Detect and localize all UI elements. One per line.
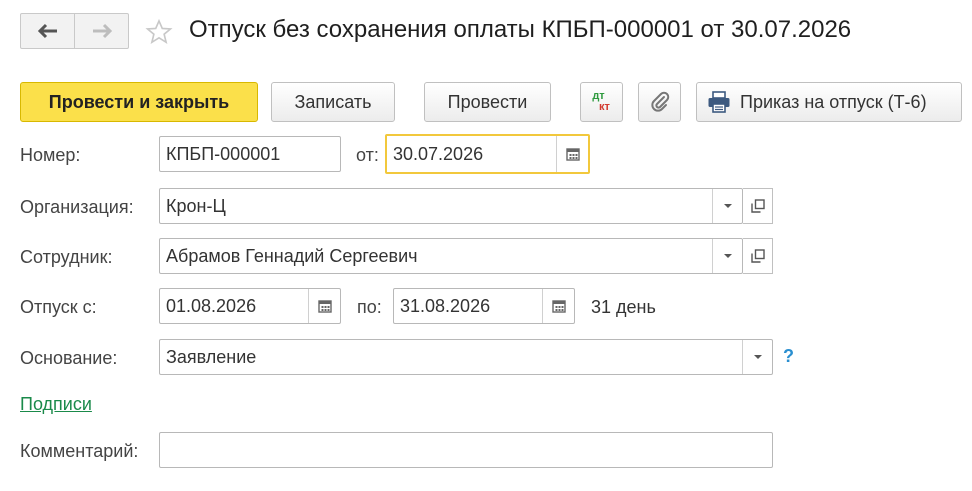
vacation-from-field[interactable]: 01.08.2026 [159, 288, 341, 324]
back-button[interactable] [21, 14, 74, 48]
vacation-to-label: по: [357, 297, 382, 317]
vacation-to-value: 31.08.2026 [400, 295, 491, 316]
organization-open-button[interactable] [743, 188, 773, 224]
employee-open-button[interactable] [743, 238, 773, 274]
vacation-from-value: 01.08.2026 [166, 295, 257, 316]
printer-icon [708, 91, 730, 113]
open-form-icon [750, 249, 765, 263]
employee-dropdown-button[interactable] [712, 239, 742, 273]
page-title: Отпуск без сохранения оплаты КПБП-000001… [189, 16, 852, 43]
calendar-icon [551, 300, 566, 313]
comment-label: Комментарий: [20, 441, 139, 461]
date-value: 30.07.2026 [393, 143, 484, 164]
paperclip-icon [650, 91, 669, 112]
history-nav [20, 13, 129, 49]
dt-kt-button[interactable]: дт кт [580, 82, 623, 122]
chevron-down-icon [753, 355, 762, 359]
arrow-right-icon [92, 23, 112, 39]
save-button[interactable]: Записать [271, 82, 395, 122]
employee-label: Сотрудник: [20, 247, 113, 267]
organization-dropdown-button[interactable] [712, 189, 742, 223]
calendar-icon [565, 148, 580, 161]
date-label: от: [356, 145, 379, 165]
vacation-to-field[interactable]: 31.08.2026 [393, 288, 575, 324]
basis-dropdown-button[interactable] [742, 340, 772, 374]
help-icon[interactable]: ? [783, 346, 794, 367]
organization-field[interactable]: Крон-Ц [159, 188, 743, 224]
chevron-down-icon [723, 204, 732, 208]
forward-button[interactable] [74, 14, 128, 48]
number-label: Номер: [20, 145, 81, 165]
number-value: КПБП-000001 [166, 143, 281, 164]
arrow-left-icon [37, 23, 57, 39]
date-field[interactable]: 30.07.2026 [385, 134, 590, 174]
attach-button[interactable] [638, 82, 681, 122]
vacation-from-calendar-button[interactable] [308, 289, 340, 323]
signatures-link[interactable]: Подписи [20, 394, 92, 415]
favorite-star-icon[interactable] [145, 18, 173, 46]
comment-field[interactable] [159, 432, 773, 468]
employee-field[interactable]: Абрамов Геннадий Сергеевич [159, 238, 743, 274]
vacation-from-label: Отпуск с: [20, 297, 97, 317]
vacation-to-calendar-button[interactable] [542, 289, 574, 323]
vacation-duration: 31 день [591, 297, 656, 317]
post-button[interactable]: Провести [424, 82, 551, 122]
print-order-button[interactable]: Приказ на отпуск (Т-6) [696, 82, 962, 122]
post-and-close-button[interactable]: Провести и закрыть [20, 82, 258, 122]
date-calendar-button[interactable] [556, 136, 588, 172]
number-field[interactable]: КПБП-000001 [159, 136, 341, 172]
organization-label: Организация: [20, 197, 134, 217]
open-form-icon [750, 199, 765, 213]
basis-field[interactable]: Заявление [159, 339, 773, 375]
print-order-label: Приказ на отпуск (Т-6) [740, 91, 927, 112]
organization-value: Крон-Ц [166, 195, 226, 216]
chevron-down-icon [723, 254, 732, 258]
basis-label: Основание: [20, 348, 118, 368]
basis-value: Заявление [166, 346, 257, 367]
employee-value: Абрамов Геннадий Сергеевич [166, 245, 418, 266]
kt-label: кт [599, 101, 610, 113]
calendar-icon [317, 300, 332, 313]
